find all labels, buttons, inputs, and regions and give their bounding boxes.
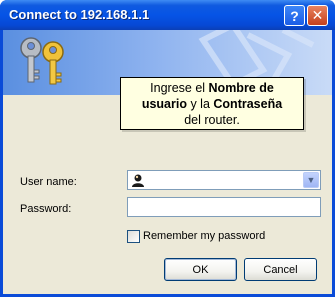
remember-password-label: Remember my password (143, 230, 266, 242)
chevron-down-icon: ▼ (306, 175, 316, 185)
callout-bold-3: Contraseña (213, 97, 283, 111)
dropdown-arrow-button[interactable]: ▼ (303, 172, 319, 188)
callout-text-1: Ingrese el (150, 81, 209, 95)
close-button[interactable]: ✕ (307, 5, 328, 26)
ok-button[interactable]: OK (164, 258, 237, 281)
login-dialog: Connect to 192.168.1.1 ? ✕ Ingrese el No… (0, 0, 335, 297)
help-icon: ? (290, 7, 299, 24)
dialog-title: Connect to 192.168.1.1 (9, 7, 150, 22)
callout-bold-1: Nombre de (208, 81, 274, 95)
user-icon (132, 174, 144, 187)
ok-button-label: OK (192, 263, 209, 276)
close-icon: ✕ (311, 7, 324, 23)
callout-text-3: del router. (184, 113, 240, 127)
username-label: User name: (20, 176, 77, 188)
dialog-body: Ingrese el Nombre de usuario y la Contra… (3, 30, 332, 294)
callout-bold-2: usuario (141, 97, 187, 111)
help-button[interactable]: ? (284, 5, 305, 26)
keys-icon (20, 37, 64, 85)
password-field[interactable] (127, 197, 321, 217)
cancel-button[interactable]: Cancel (244, 258, 317, 281)
callout-text-2: y la (186, 97, 214, 111)
remember-password-checkbox[interactable] (127, 230, 140, 243)
username-combobox[interactable]: ▼ (127, 170, 321, 190)
password-label: Password: (20, 203, 72, 215)
instruction-tooltip: Ingrese el Nombre de usuario y la Contra… (120, 77, 304, 130)
cancel-button-label: Cancel (263, 263, 298, 276)
title-bar[interactable]: Connect to 192.168.1.1 ? ✕ (0, 0, 335, 30)
